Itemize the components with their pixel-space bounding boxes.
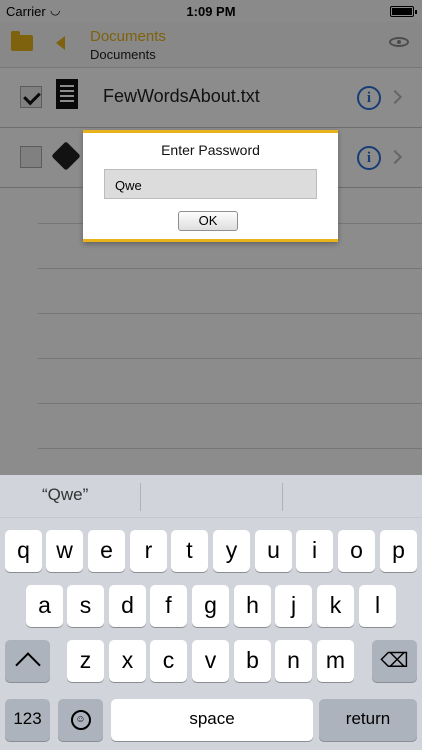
key-b[interactable]: b: [234, 640, 271, 682]
key-z[interactable]: z: [67, 640, 104, 682]
key-w[interactable]: w: [46, 530, 83, 572]
numbers-key[interactable]: 123: [5, 699, 50, 741]
space-key[interactable]: space: [111, 699, 313, 741]
key-g[interactable]: g: [192, 585, 229, 627]
ok-button[interactable]: OK: [178, 211, 238, 231]
emoji-key[interactable]: ☺: [58, 699, 103, 741]
key-x[interactable]: x: [109, 640, 146, 682]
key-l[interactable]: l: [359, 585, 396, 627]
key-e[interactable]: e: [88, 530, 125, 572]
key-h[interactable]: h: [234, 585, 271, 627]
suggestion-divider: [282, 483, 283, 511]
emoji-icon: ☺: [70, 709, 91, 730]
key-n[interactable]: n: [275, 640, 312, 682]
key-p[interactable]: p: [380, 530, 417, 572]
return-key[interactable]: return: [319, 699, 417, 741]
shift-icon: [14, 651, 41, 678]
key-j[interactable]: j: [275, 585, 312, 627]
key-o[interactable]: o: [338, 530, 375, 572]
suggestion-bar: “Qwe”: [0, 475, 422, 518]
key-r[interactable]: r: [130, 530, 167, 572]
key-y[interactable]: y: [213, 530, 250, 572]
key-s[interactable]: s: [67, 585, 104, 627]
key-u[interactable]: u: [255, 530, 292, 572]
key-i[interactable]: i: [296, 530, 333, 572]
key-k[interactable]: k: [317, 585, 354, 627]
keyboard: “Qwe” q w e r t y u i o p a s d f g h j …: [0, 475, 422, 750]
backspace-icon: ⌫: [380, 649, 409, 672]
key-v[interactable]: v: [192, 640, 229, 682]
shift-key[interactable]: [5, 640, 50, 682]
suggestion-item[interactable]: “Qwe”: [42, 475, 88, 518]
suggestion-divider: [140, 483, 141, 511]
password-dialog: Enter Password Qwe OK: [83, 130, 338, 242]
key-t[interactable]: t: [171, 530, 208, 572]
password-field[interactable]: Qwe: [104, 169, 317, 199]
key-d[interactable]: d: [109, 585, 146, 627]
key-q[interactable]: q: [5, 530, 42, 572]
backspace-key[interactable]: ⌫: [372, 640, 417, 682]
key-f[interactable]: f: [150, 585, 187, 627]
dialog-title: Enter Password: [161, 142, 260, 158]
key-m[interactable]: m: [317, 640, 354, 682]
key-c[interactable]: c: [150, 640, 187, 682]
key-a[interactable]: a: [26, 585, 63, 627]
